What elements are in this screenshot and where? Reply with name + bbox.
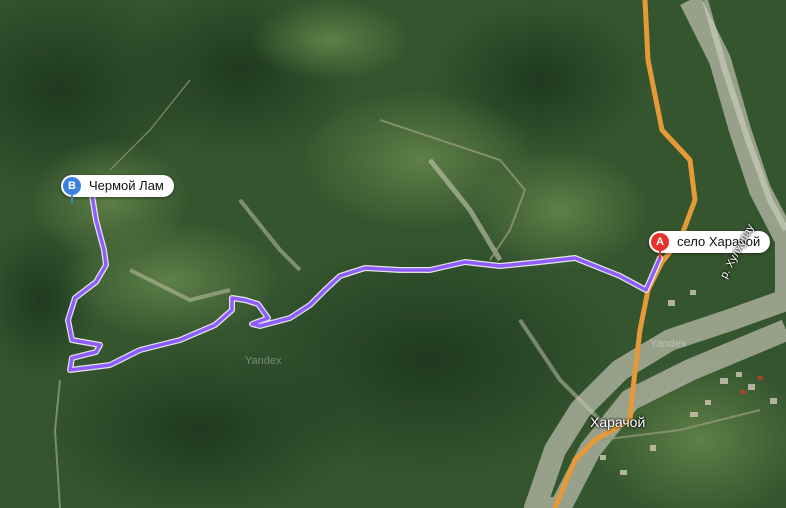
marker-b-tail [71, 195, 73, 203]
map-watermark: Yandex [650, 338, 687, 350]
marker-b[interactable]: B Чермой Лам [61, 175, 174, 203]
marker-a-pin-icon: A [651, 233, 669, 251]
marker-a-tail [659, 251, 661, 259]
marker-b-pin-icon: B [63, 177, 81, 195]
map-canvas[interactable]: B Чермой Лам A село Харачой Харачой р. Х… [0, 0, 786, 508]
marker-b-label: Чермой Лам [89, 178, 164, 193]
village-label: Харачой [590, 414, 646, 430]
map-watermark: Yandex [245, 355, 282, 367]
satellite-imagery [0, 0, 786, 508]
